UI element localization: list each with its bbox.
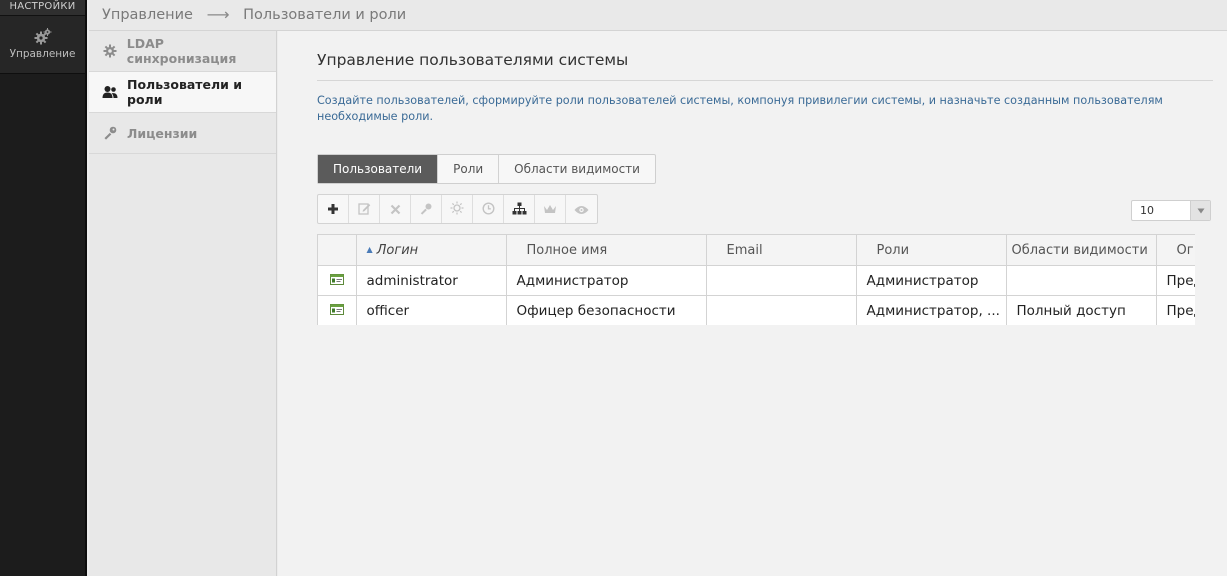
cell-full-name: Офицер безопасности — [506, 295, 707, 325]
activate-button[interactable] — [442, 195, 473, 223]
sidebar-item-ldap[interactable]: LDAP синхронизация — [89, 31, 276, 72]
column-header-label: Логин — [376, 242, 419, 258]
crown-icon — [543, 200, 557, 219]
eye-icon — [574, 200, 589, 219]
column-header-login[interactable]: ▲ Логин — [356, 234, 507, 266]
page-title: Управление пользователями системы — [317, 51, 629, 69]
admin-button[interactable] — [535, 195, 566, 223]
sun-icon — [450, 200, 464, 219]
cell-login: officer — [356, 295, 507, 325]
breadcrumb-separator: ⟶ — [206, 5, 230, 24]
table-row[interactable]: officer Офицер безопасности Администрато… — [318, 295, 1195, 325]
sidebar-item-label: Лицензии — [127, 125, 198, 141]
breadcrumb-item-users-roles: Пользователи и роли — [243, 6, 407, 23]
cell-roles: Администратор, ... — [856, 295, 1007, 325]
user-card-icon[interactable] — [318, 295, 357, 325]
cell-roles: Администратор — [856, 265, 1007, 296]
history-button[interactable] — [473, 195, 504, 223]
hierarchy-button[interactable] — [504, 195, 535, 223]
gears-icon — [0, 26, 85, 48]
main-content: Управление пользователями системы Создай… — [278, 31, 1227, 576]
cell-full-name: Администратор — [506, 265, 707, 296]
nav-item-management[interactable]: Управление — [0, 16, 85, 74]
add-button[interactable] — [318, 195, 349, 223]
sidebar-item-label: Пользователи и роли — [127, 77, 243, 107]
toolbar — [317, 194, 598, 224]
clock-icon — [481, 200, 495, 219]
gear-icon — [102, 43, 118, 59]
cell-scopes — [1006, 265, 1157, 296]
chevron-down-icon — [1197, 204, 1205, 217]
cell-scopes: Полный доступ — [1006, 295, 1157, 325]
sort-ascending-icon: ▲ — [366, 244, 373, 254]
cell-login: administrator — [356, 265, 507, 296]
page-description: Создайте пользователей, сформируйте роли… — [317, 94, 1163, 123]
users-icon — [102, 84, 118, 100]
view-button[interactable] — [566, 195, 597, 223]
delete-button[interactable] — [380, 195, 411, 223]
delete-icon — [390, 200, 401, 219]
cell-extra: Пред — [1156, 295, 1195, 325]
sidebar-item-users-roles[interactable]: Пользователи и роли — [89, 72, 276, 113]
nav-section-title: НАСТРОЙКИ — [0, 0, 85, 16]
key-icon — [420, 200, 432, 219]
title-divider — [317, 80, 1213, 81]
column-header-extra[interactable]: Ог — [1156, 234, 1195, 266]
nav-item-label: Управление — [9, 48, 76, 60]
dropdown-button[interactable] — [1190, 201, 1210, 220]
sidebar-item-label: LDAP синхронизация — [126, 36, 237, 66]
cell-email — [706, 295, 857, 325]
page-size-value: 10 — [1140, 204, 1154, 217]
table-header-row: ▲ Логин Полное имя Email Роли Области вид… — [318, 234, 1195, 266]
tabs: Пользователи Роли Области видимости — [317, 154, 656, 184]
cell-email — [706, 265, 857, 296]
password-button[interactable] — [411, 195, 442, 223]
column-header-roles[interactable]: Роли — [856, 234, 1007, 266]
breadcrumb-bar: Управление ⟶ Пользователи и роли — [89, 0, 1227, 31]
cell-extra: Пред — [1156, 265, 1195, 296]
hierarchy-icon — [512, 200, 527, 219]
column-header-icon — [318, 234, 357, 266]
table-row[interactable]: administrator Администратор Администрато… — [318, 265, 1195, 296]
key-icon — [102, 125, 118, 141]
app-nav-bar: НАСТРОЙКИ Управление — [0, 0, 87, 576]
tab-users[interactable]: Пользователи — [318, 155, 439, 183]
add-icon — [327, 200, 339, 219]
user-card-icon[interactable] — [318, 265, 357, 296]
edit-button[interactable] — [349, 195, 380, 223]
breadcrumb: Управление ⟶ Пользователи и роли — [102, 5, 406, 24]
page-size-select[interactable]: 10 — [1131, 200, 1211, 221]
column-header-full-name[interactable]: Полное имя — [506, 234, 707, 266]
edit-icon — [357, 200, 371, 219]
sidebar-item-licenses[interactable]: Лицензии — [89, 113, 276, 154]
tab-roles[interactable]: Роли — [438, 155, 500, 183]
column-header-email[interactable]: Email — [706, 234, 857, 266]
column-header-scopes[interactable]: Области видимости — [1006, 234, 1157, 266]
breadcrumb-item-management[interactable]: Управление — [102, 7, 193, 23]
tab-scopes[interactable]: Области видимости — [499, 155, 655, 183]
settings-sidebar: LDAP синхронизация Пользователи и роли Л… — [89, 31, 277, 576]
users-table: ▲ Логин Полное имя Email Роли Области вид… — [317, 234, 1195, 325]
